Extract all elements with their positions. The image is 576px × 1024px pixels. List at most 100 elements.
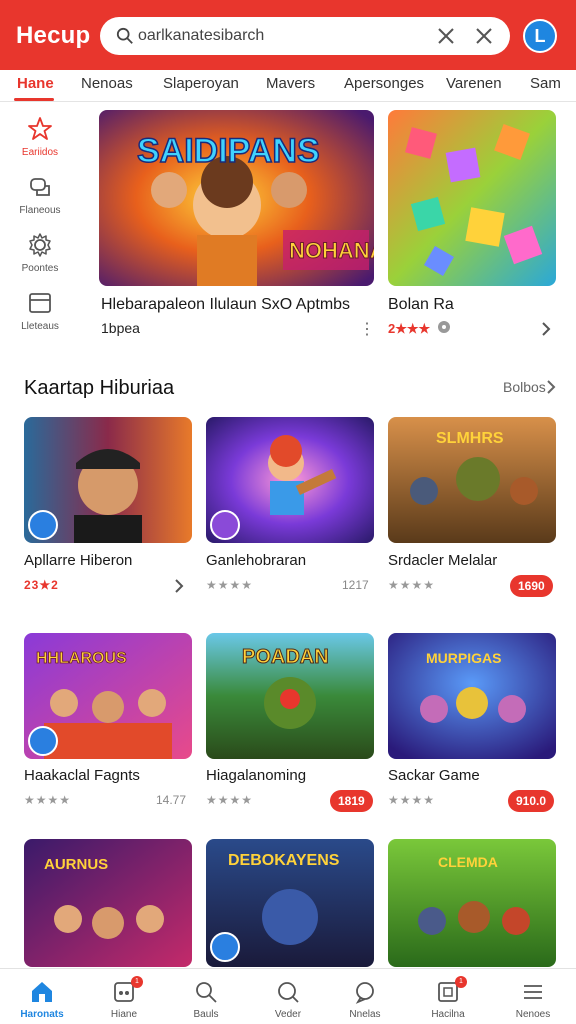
clear-icon[interactable] bbox=[436, 26, 456, 46]
featured-title-2[interactable]: Bolan Ra bbox=[388, 296, 454, 314]
game-rating: ★★★★ bbox=[206, 578, 254, 592]
app-header: Hecup L bbox=[0, 0, 576, 70]
nav-label: Bauls bbox=[193, 1009, 219, 1020]
star-icon bbox=[28, 117, 52, 140]
menu-icon bbox=[524, 985, 542, 999]
rail-item-lists[interactable]: Lleteaus bbox=[10, 290, 70, 332]
featured-banner-2[interactable] bbox=[388, 110, 556, 286]
svg-text:POADAN: POADAN bbox=[242, 646, 329, 668]
close-icon[interactable] bbox=[474, 26, 494, 46]
game-title[interactable]: Sackar Game bbox=[388, 767, 480, 784]
calendar-icon bbox=[29, 293, 51, 313]
rail-item-featured[interactable]: Eariidos bbox=[10, 116, 70, 158]
search-bar[interactable] bbox=[100, 17, 510, 55]
rail-item-famous[interactable]: Flaneous bbox=[10, 174, 70, 216]
nav-item-games[interactable]: 1 Hiane bbox=[89, 976, 159, 1020]
price-badge[interactable]: 1690 bbox=[510, 575, 553, 597]
app-logo[interactable]: Hecup bbox=[16, 22, 90, 50]
game-rating: 23★2 bbox=[24, 578, 59, 592]
nav-label: Haronats bbox=[20, 1009, 64, 1020]
nav-label: Nenoes bbox=[515, 1009, 551, 1020]
active-tab-indicator bbox=[14, 98, 54, 101]
game-title[interactable]: Ganlehobraran bbox=[206, 552, 306, 569]
app-chip-icon bbox=[210, 932, 240, 962]
home-icon bbox=[32, 982, 52, 1002]
rail-item-points[interactable]: Poontes bbox=[10, 232, 70, 274]
app-chip-icon bbox=[28, 510, 58, 540]
rail-label: Poontes bbox=[21, 263, 59, 274]
tab-makers[interactable]: Mavers bbox=[266, 75, 315, 92]
nav-label: Nnelas bbox=[349, 1009, 381, 1020]
avatar[interactable]: L bbox=[523, 19, 557, 53]
more-options-icon[interactable]: ⋮ bbox=[359, 319, 375, 339]
svg-text:SAIDIPANS: SAIDIPANS bbox=[137, 132, 320, 170]
rail-label: Eariidos bbox=[21, 147, 59, 158]
featured-subtitle-1: 1bpea bbox=[101, 320, 140, 336]
nav-label: Veder bbox=[274, 1009, 302, 1020]
nav-item-view[interactable]: Veder bbox=[253, 979, 323, 1020]
game-rating: ★★★★ bbox=[206, 793, 254, 807]
featured-banner-1[interactable]: SAIDIPANS NOHANAEE bbox=[99, 110, 374, 286]
app-chip-icon bbox=[28, 726, 58, 756]
nav-item-browse[interactable]: Bauls bbox=[171, 979, 241, 1020]
game-artwork: CLEMDA bbox=[388, 839, 556, 967]
app-chip-icon bbox=[210, 510, 240, 540]
notification-badge: 1 bbox=[131, 976, 143, 988]
nav-label: Hacilna bbox=[431, 1009, 465, 1020]
svg-text:HHLAROUS: HHLAROUS bbox=[36, 650, 127, 667]
featured-artwork: SAIDIPANS NOHANAEE bbox=[99, 110, 374, 286]
tab-more[interactable]: Sam bbox=[530, 75, 561, 92]
chevron-right-icon[interactable] bbox=[541, 321, 551, 337]
category-tabs: Hane Nenoas Slaperoyan Mavers Apersonges… bbox=[0, 70, 576, 102]
rail-label: Lleteaus bbox=[21, 321, 59, 332]
nav-item-library[interactable]: 1 Hacilna bbox=[413, 976, 483, 1020]
tab-various[interactable]: Varenen bbox=[446, 75, 502, 92]
chevron-right-icon[interactable] bbox=[545, 379, 557, 395]
price-badge[interactable]: 910.0 bbox=[508, 790, 555, 812]
game-card-image[interactable]: AURNUS bbox=[24, 839, 192, 967]
search-icon bbox=[278, 982, 299, 1003]
bottom-navigation: Haronats 1 Hiane Bauls Veder Nnelas 1 Ha… bbox=[0, 968, 576, 1024]
tab-apps[interactable]: Apersonges bbox=[344, 75, 424, 92]
svg-text:SLMHRS: SLMHRS bbox=[436, 430, 504, 447]
rail-label: Flaneous bbox=[19, 205, 61, 216]
tab-home[interactable]: Hane bbox=[17, 75, 54, 92]
search-icon bbox=[116, 27, 133, 44]
info-icon bbox=[438, 321, 450, 333]
tab-news[interactable]: Nenoas bbox=[81, 75, 133, 92]
game-title[interactable]: Haakaclal Fagnts bbox=[24, 767, 140, 784]
game-artwork: AURNUS bbox=[24, 839, 192, 967]
game-meta: 14.77 bbox=[156, 793, 187, 807]
game-card-image[interactable]: POADAN bbox=[206, 633, 374, 759]
notification-badge: 1 bbox=[455, 976, 467, 988]
featured-rating-2: 2★★★ bbox=[388, 321, 431, 336]
game-title[interactable]: Apllarre Hiberon bbox=[24, 552, 132, 569]
svg-text:AURNUS: AURNUS bbox=[44, 856, 108, 873]
section-title: Kaartap Hiburiaa bbox=[24, 377, 175, 399]
tab-popular[interactable]: Slaperoyan bbox=[163, 75, 239, 92]
featured-artwork bbox=[388, 110, 556, 286]
nav-item-social[interactable]: Nnelas bbox=[330, 979, 400, 1020]
section-more-link[interactable]: Bolbos bbox=[503, 379, 546, 395]
price-badge[interactable]: 1819 bbox=[330, 790, 373, 812]
game-card-image[interactable]: MURPIGAS bbox=[388, 633, 556, 759]
search-input[interactable] bbox=[138, 23, 418, 49]
game-artwork: POADAN bbox=[206, 633, 374, 759]
nav-item-home[interactable]: Haronats bbox=[7, 979, 77, 1020]
game-rating: ★★★★ bbox=[24, 793, 72, 807]
svg-text:NOHANAEE: NOHANAEE bbox=[289, 238, 374, 263]
featured-title-1[interactable]: Hlebarapaleon Ilulaun SxO Aptmbs bbox=[101, 296, 350, 314]
game-rating: ★★★★ bbox=[388, 578, 436, 592]
game-rating: ★★★★ bbox=[388, 793, 436, 807]
game-card-image[interactable]: CLEMDA bbox=[388, 839, 556, 967]
nav-item-menu[interactable]: Nenoes bbox=[498, 979, 568, 1020]
search-icon bbox=[196, 982, 217, 1003]
svg-text:MURPIGAS: MURPIGAS bbox=[426, 650, 501, 666]
chevron-right-icon[interactable] bbox=[174, 578, 184, 594]
game-artwork: SLMHRS bbox=[388, 417, 556, 543]
game-title[interactable]: Srdacler Melalar bbox=[388, 552, 497, 569]
svg-text:CLEMDA: CLEMDA bbox=[438, 854, 498, 870]
game-title[interactable]: Hiagalanoming bbox=[206, 767, 306, 784]
game-card-image[interactable]: SLMHRS bbox=[388, 417, 556, 543]
gear-icon bbox=[29, 233, 51, 257]
